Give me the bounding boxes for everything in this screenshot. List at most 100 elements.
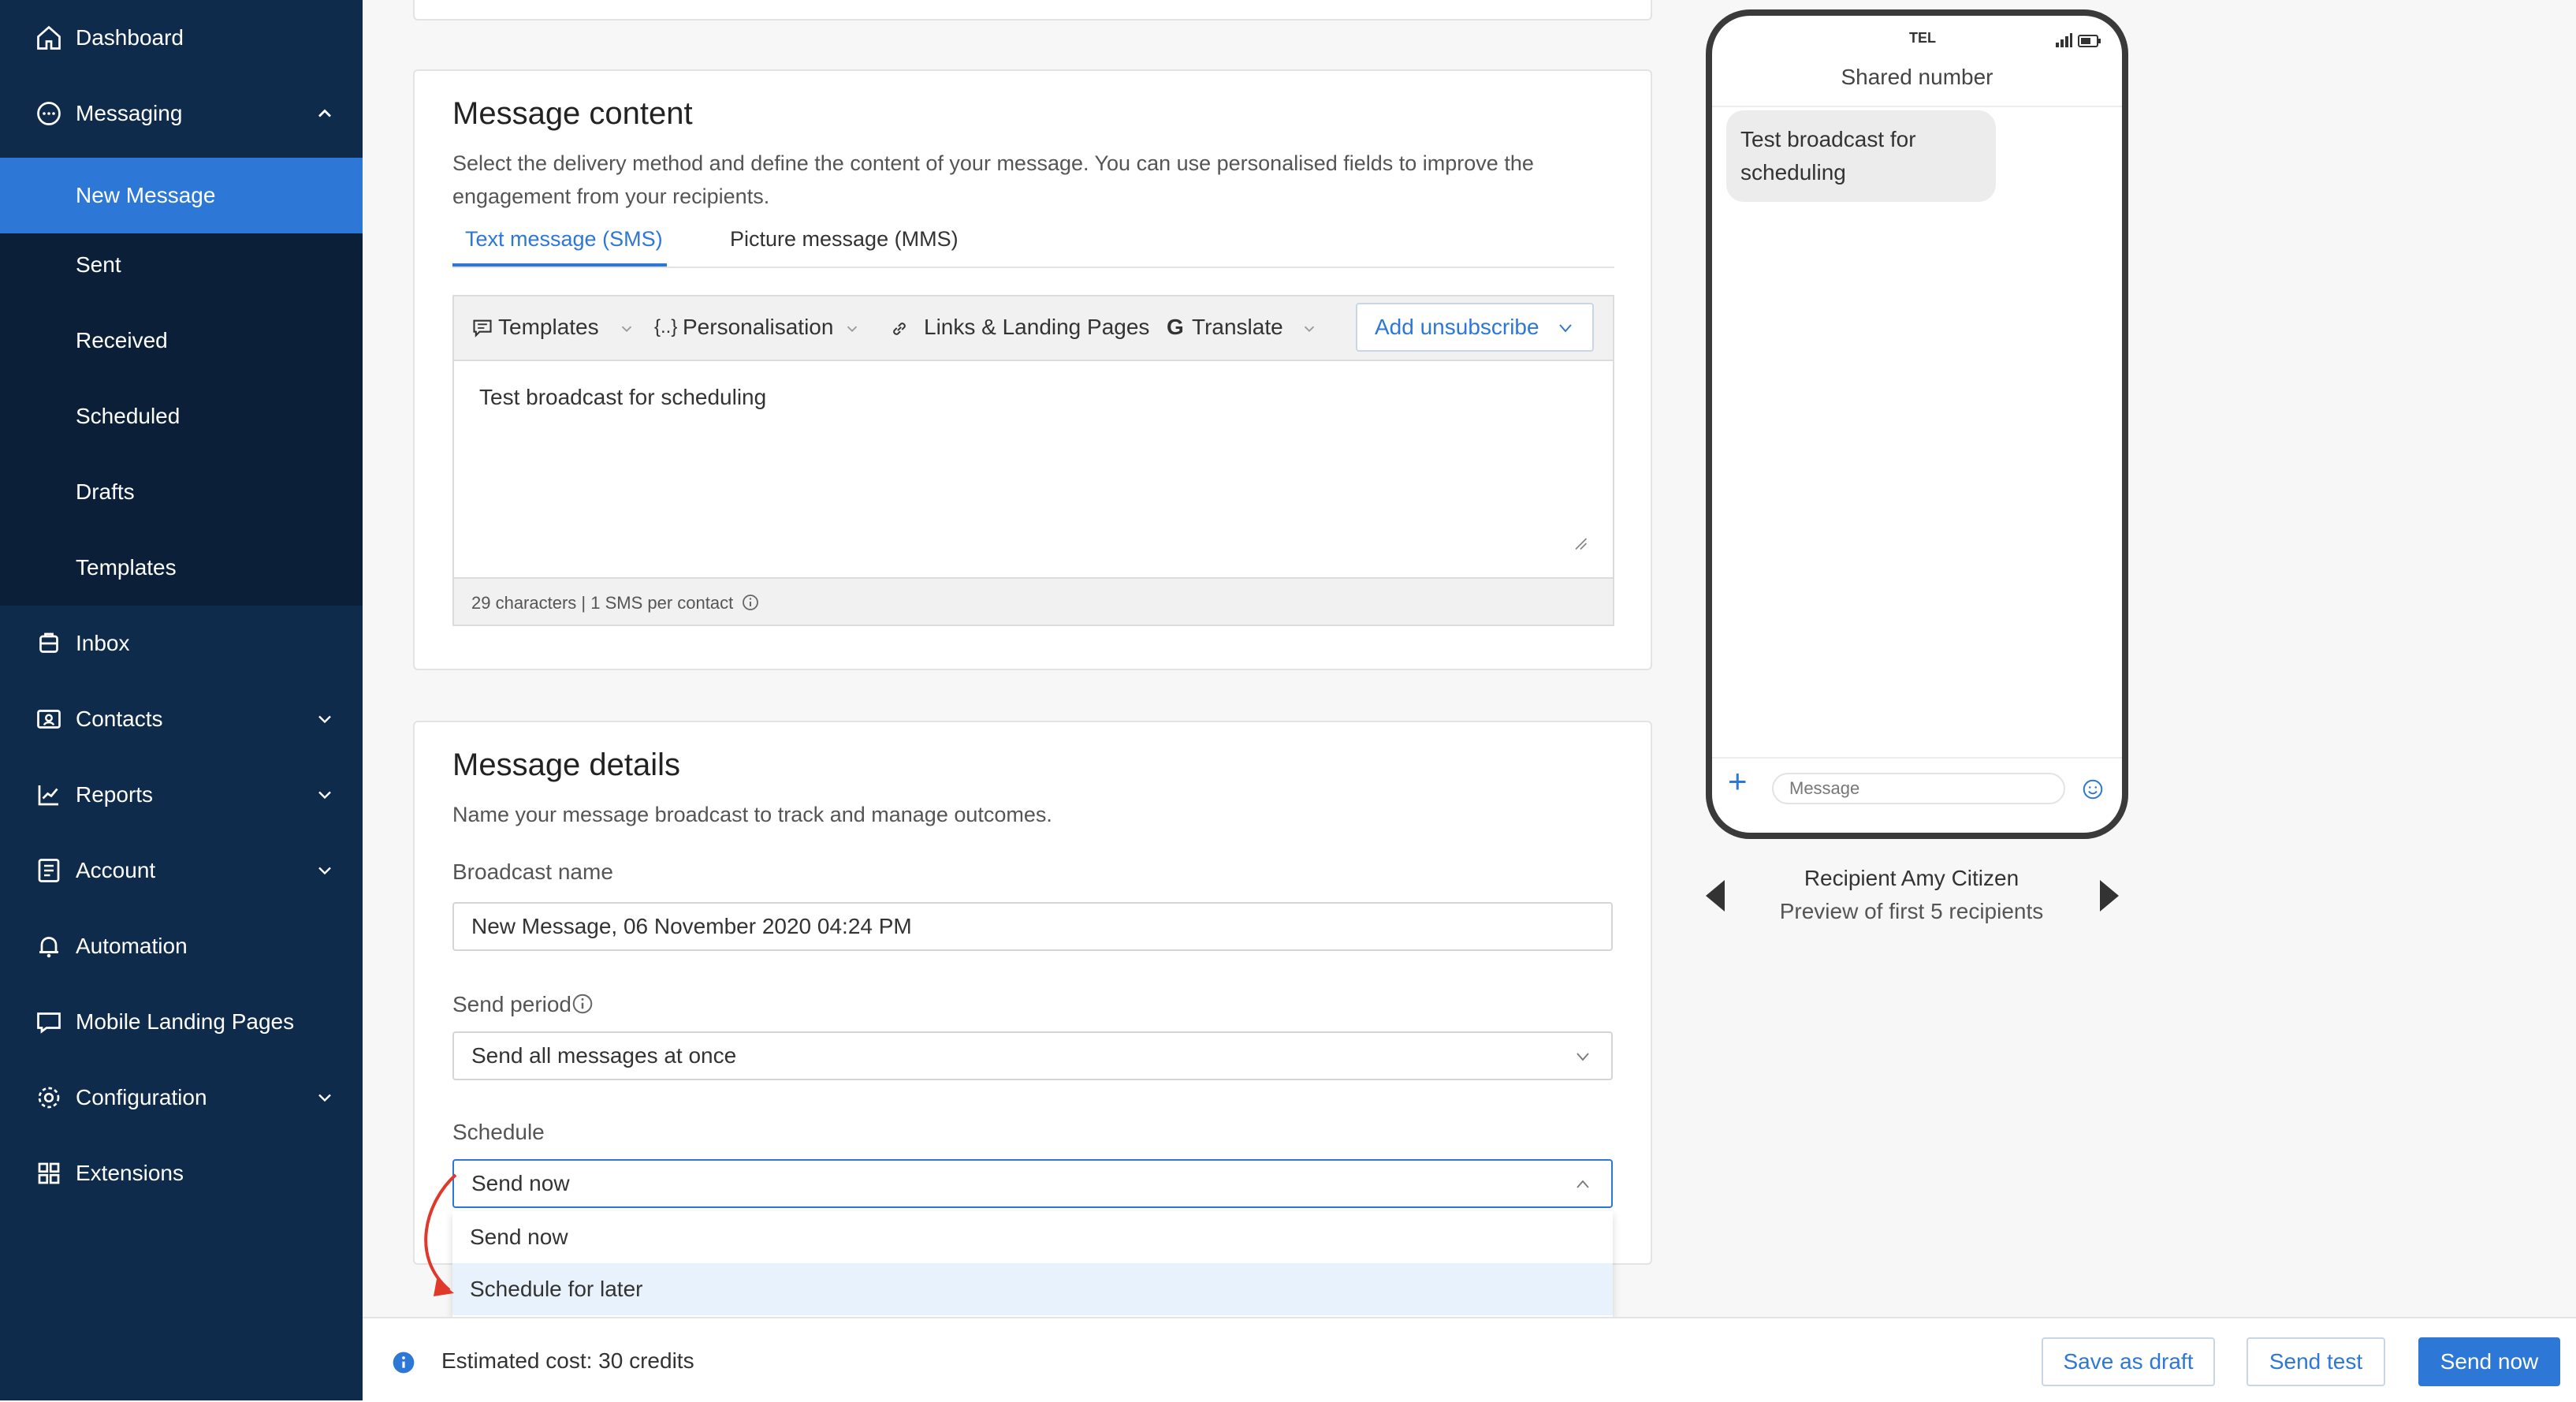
sidebar-item-templates[interactable]: Templates	[0, 530, 363, 606]
inbox-icon	[39, 632, 58, 653]
plus-icon: +	[1728, 763, 1748, 800]
mobile-page-icon	[37, 1012, 61, 1034]
sidebar-item-configuration[interactable]: Configuration	[0, 1060, 363, 1135]
personalisation-label: Personalisation	[683, 315, 834, 339]
sidebar-item-label: Contacts	[76, 707, 163, 731]
chevron-down-icon	[318, 715, 331, 724]
tab-mms[interactable]: Picture message (MMS)	[730, 227, 959, 252]
previous-recipient-icon[interactable]	[1704, 878, 1726, 913]
braces-icon: {..}	[654, 316, 678, 337]
sidebar-item-dashboard[interactable]: Dashboard	[0, 0, 363, 76]
broadcast-name-label: Broadcast name	[452, 859, 613, 884]
annotation-arrow	[424, 1173, 457, 1296]
sidebar-item-reports[interactable]: Reports	[0, 757, 363, 833]
schedule-value: Send now	[471, 1171, 570, 1195]
sidebar-item-inbox[interactable]: Inbox	[0, 606, 363, 681]
broadcast-name-input[interactable]: New Message, 06 November 2020 04:24 PM	[452, 902, 1613, 951]
sidebar-item-label: Automation	[76, 934, 188, 958]
preview-message-bubble: Test broadcast for scheduling	[1726, 110, 1996, 202]
bell-icon	[39, 937, 58, 958]
chevron-up-icon	[318, 109, 331, 117]
sidebar-item-messaging[interactable]: Messaging	[0, 76, 363, 151]
emoji-icon	[2083, 779, 2103, 800]
sidebar-item-new-message[interactable]: New Message	[0, 158, 363, 233]
send-period-label: Send period	[452, 992, 593, 1017]
sidebar-item-label: Drafts	[76, 479, 135, 504]
footer-bar	[363, 1317, 2576, 1402]
sidebar-item-label: Reports	[76, 782, 154, 807]
add-unsubscribe-button[interactable]: Add unsubscribe	[1356, 303, 1594, 352]
message-textarea[interactable]: Test broadcast for scheduling	[452, 360, 1614, 579]
google-icon: G	[1167, 315, 1184, 339]
sidebar-item-scheduled[interactable]: Scheduled	[0, 378, 363, 454]
sidebar: Dashboard Messaging New Message Sent Rec…	[0, 0, 363, 1400]
editor-toolbar: Templates {..} Personalisation Links & L…	[452, 295, 1614, 360]
chevron-down-icon	[1576, 1053, 1589, 1061]
links-label: Links & Landing Pages	[924, 315, 1150, 339]
signal-icon	[2056, 33, 2072, 47]
chart-icon	[38, 785, 58, 806]
sidebar-item-contacts[interactable]: Contacts	[0, 681, 363, 757]
chat-icon	[37, 102, 61, 125]
sidebar-item-label: Mobile Landing Pages	[76, 1009, 295, 1034]
schedule-option-send-now[interactable]: Send now	[452, 1211, 1613, 1263]
templates-icon	[473, 319, 492, 337]
sidebar-item-label: Account	[76, 858, 156, 882]
preview-recipient: Recipient Amy Citizen	[1804, 866, 2019, 890]
sidebar-item-extensions[interactable]: Extensions	[0, 1135, 363, 1211]
send-period-select[interactable]: Send all messages at once	[452, 1031, 1613, 1080]
carrier-label: TEL	[1909, 30, 1936, 46]
character-counter: 29 characters | 1 SMS per contact	[471, 593, 734, 613]
sidebar-item-label: Received	[76, 328, 168, 352]
next-recipient-icon[interactable]	[2098, 878, 2120, 913]
link-icon	[893, 323, 906, 335]
account-icon	[38, 859, 60, 882]
sidebar-item-label: Scheduled	[76, 404, 181, 428]
info-icon	[393, 1352, 415, 1374]
sidebar-item-label: Templates	[76, 555, 177, 580]
sidebar-item-label: Messaging	[76, 101, 183, 125]
preview-note: Preview of first 5 recipients	[1779, 899, 2044, 923]
message-content-description: Select the delivery method and define th…	[452, 151, 1534, 208]
save-draft-button[interactable]: Save as draft	[2042, 1337, 2215, 1386]
message-details-description: Name your message broadcast to track and…	[452, 803, 1052, 826]
send-period-value: Send all messages at once	[471, 1043, 737, 1068]
home-icon	[37, 25, 61, 50]
templates-label: Templates	[498, 315, 599, 339]
preview-message-input: Message	[1772, 773, 2065, 804]
gear-icon	[38, 1087, 60, 1109]
chevron-down-icon	[1304, 326, 1315, 333]
send-now-button[interactable]: Send now	[2418, 1337, 2560, 1386]
preview-input-divider	[1712, 757, 2122, 759]
battery-icon	[2078, 35, 2101, 47]
estimated-cost: Estimated cost: 30 credits	[441, 1348, 694, 1373]
info-icon[interactable]	[571, 992, 594, 1016]
sidebar-item-label: New Message	[76, 183, 216, 207]
sidebar-item-label: Configuration	[76, 1085, 207, 1109]
tab-sms[interactable]: Text message (SMS)	[465, 227, 663, 252]
schedule-option-later[interactable]: Schedule for later	[452, 1263, 1613, 1315]
sidebar-item-account[interactable]: Account	[0, 833, 363, 908]
chevron-down-icon	[318, 791, 331, 800]
sidebar-item-sent[interactable]: Sent	[0, 227, 363, 303]
chevron-down-icon	[318, 867, 331, 875]
chevron-up-icon	[1576, 1180, 1589, 1188]
contacts-icon	[37, 710, 61, 729]
sidebar-item-label: Extensions	[76, 1161, 184, 1185]
translate-label: Translate	[1192, 315, 1283, 339]
schedule-dropdown: Send now Schedule for later	[452, 1211, 1613, 1317]
chevron-down-icon	[621, 326, 632, 333]
section-title-message-details: Message details	[452, 748, 681, 782]
sidebar-item-received[interactable]: Received	[0, 303, 363, 378]
info-icon[interactable]	[741, 593, 760, 612]
chevron-down-icon	[318, 1094, 331, 1102]
sidebar-item-mobile-landing-pages[interactable]: Mobile Landing Pages	[0, 984, 363, 1060]
send-test-button[interactable]: Send test	[2247, 1337, 2385, 1386]
schedule-select[interactable]: Send now	[452, 1159, 1613, 1208]
sidebar-item-automation[interactable]: Automation	[0, 908, 363, 984]
add-unsubscribe-label: Add unsubscribe	[1375, 315, 1539, 339]
preview-header: Shared number	[1841, 65, 1993, 89]
resize-handle-icon[interactable]	[1573, 536, 1588, 550]
chevron-down-icon	[847, 326, 858, 333]
sidebar-item-drafts[interactable]: Drafts	[0, 454, 363, 530]
